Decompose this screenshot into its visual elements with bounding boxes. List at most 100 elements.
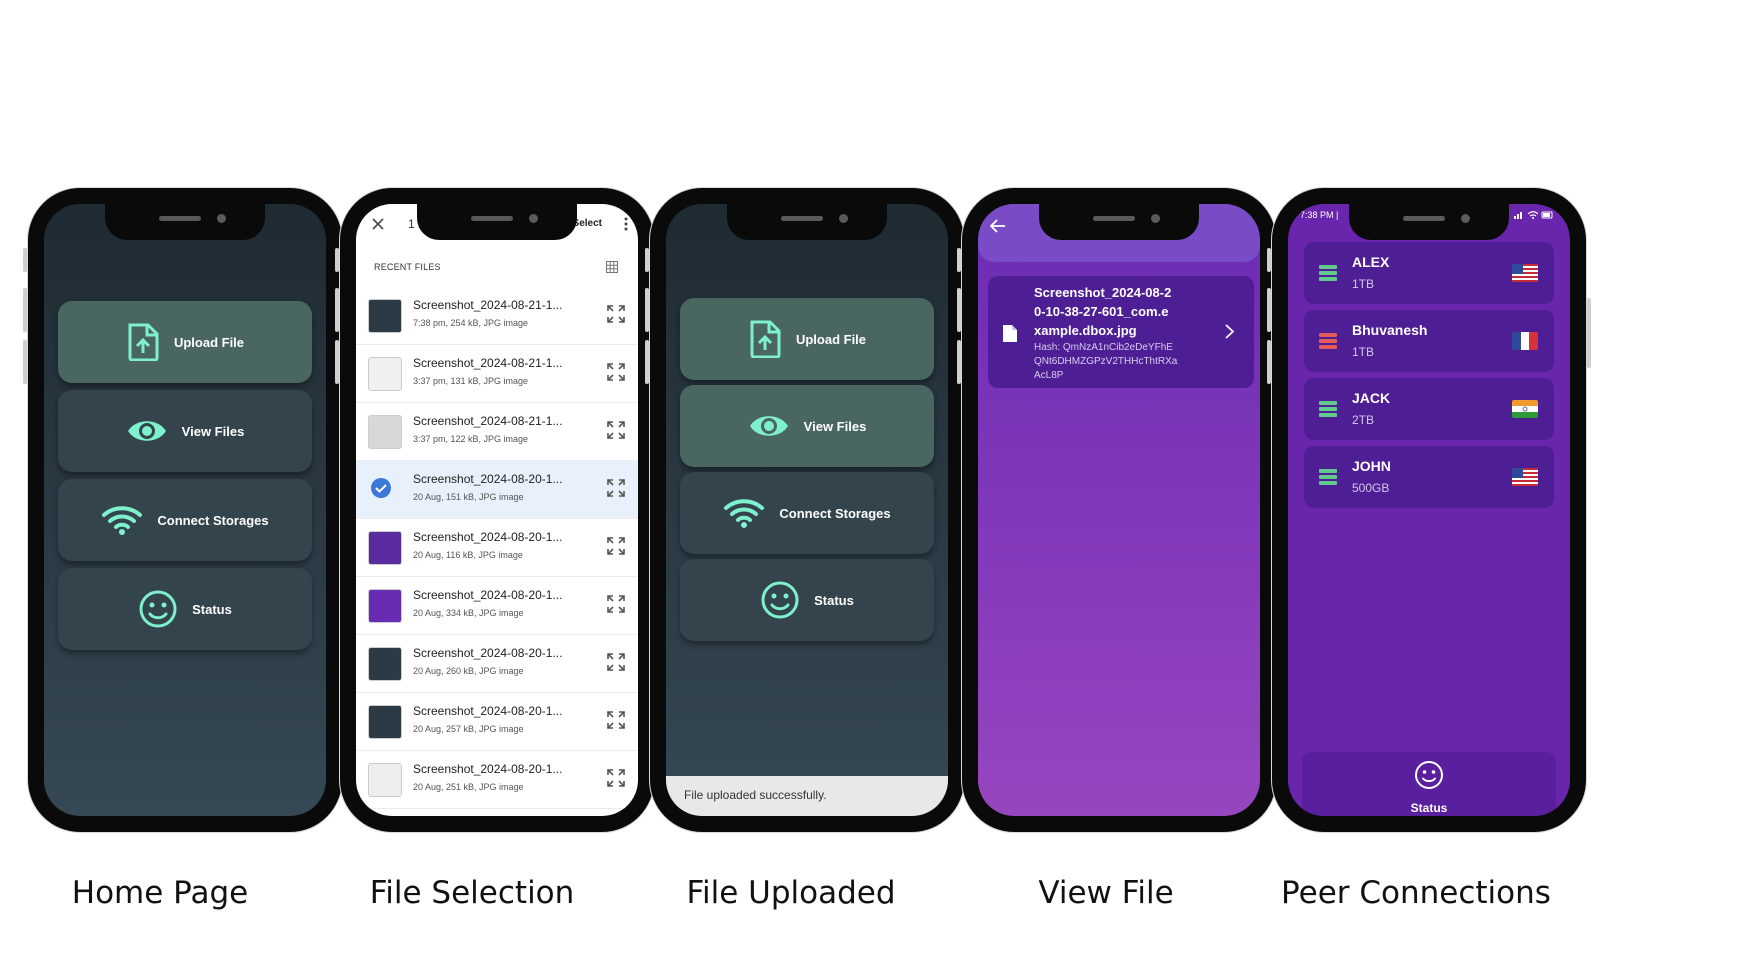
peer-name: Bhuvanesh [1352, 322, 1428, 338]
notch [1349, 204, 1509, 240]
file-name: Screenshot_2024-08-21-1... [413, 414, 563, 428]
peer-row[interactable]: Bhuvanesh 1TB [1304, 310, 1554, 372]
file-row[interactable]: Screenshot_2024-08-20-1... 20 Aug, 151 kB… [356, 460, 638, 519]
file-row[interactable]: Screenshot_2024-08-20-1... 20 Aug, 334 kB… [356, 576, 638, 635]
upload-file-icon [750, 320, 781, 358]
file-name: Screenshot_2024-08-21-1... [413, 298, 563, 312]
file-meta: 20 Aug, 260 kB, JPG image [413, 666, 524, 676]
status-nav-button[interactable]: Status [1302, 752, 1556, 816]
peer-row[interactable]: JACK 2TB [1304, 378, 1554, 440]
upload-file-icon [128, 323, 159, 361]
view-files-button[interactable]: View Files [680, 385, 934, 467]
status-button[interactable]: Status [58, 568, 312, 650]
view-file-screen: View Files Screenshot_2024-08-2 0-10-38-… [978, 204, 1260, 816]
volume-button [23, 340, 27, 384]
file-thumbnail [368, 357, 402, 391]
file-row[interactable]: Screenshot_2024-08-21-1... 3:37 pm, 131 k… [356, 344, 638, 403]
file-name: Screenshot_2024-08-20-1... [413, 762, 563, 776]
caption-view-file: View File [1038, 875, 1174, 911]
upload-file-label: Upload File [795, 331, 867, 347]
expand-icon[interactable] [606, 304, 626, 324]
chevron-right-icon [1225, 324, 1234, 339]
file-row[interactable]: Screenshot_2024-08-21-1... 3:37 pm, 122 k… [356, 402, 638, 461]
file-name-line-2: 0-10-38-27-601_com.e [1034, 304, 1169, 319]
document-icon [1003, 325, 1017, 342]
status-nav-label: Status [1410, 801, 1448, 815]
upload-file-button[interactable]: Upload File [680, 298, 934, 380]
volume-button [957, 288, 961, 332]
upload-file-button[interactable]: Upload File [58, 301, 312, 383]
file-selection-screen: 1 selected Select RECENT FILES Screensho… [356, 204, 638, 816]
connect-storages-label: Connect Storages [157, 512, 269, 528]
wifi-icon [102, 506, 143, 535]
phone-file-uploaded: Upload File View Files Connect Storages [645, 188, 969, 832]
smiley-icon [139, 590, 177, 628]
us-flag-icon [1512, 468, 1538, 486]
caption-home-page: Home Page [71, 875, 249, 911]
phone-file-selection: 1 selected Select RECENT FILES Screensho… [335, 188, 659, 832]
file-row[interactable]: Screenshot_2024-08-20-1... 20 Aug, 116 kB… [356, 518, 638, 577]
storage-server-icon [1319, 333, 1337, 349]
phone-view-file: View Files Screenshot_2024-08-2 0-10-38-… [957, 188, 1281, 832]
file-row[interactable]: Screenshot_2024-08-21-1... 7:38 pm, 254 k… [356, 286, 638, 345]
expand-icon[interactable] [606, 420, 626, 440]
notch [1039, 204, 1199, 240]
file-thumbnail [368, 415, 402, 449]
notch [727, 204, 887, 240]
view-files-label: View Files [181, 423, 245, 439]
file-thumbnail [368, 647, 402, 681]
expand-icon[interactable] [606, 362, 626, 382]
power-button [1587, 298, 1591, 368]
status-button[interactable]: Status [680, 559, 934, 641]
file-name: Screenshot_2024-08-20-1... [413, 588, 563, 602]
volume-button [957, 248, 961, 272]
connect-storages-button[interactable]: Connect Storages [58, 479, 312, 561]
checkmark-icon [371, 478, 391, 498]
file-name: Screenshot_2024-08-20-1... [413, 472, 563, 486]
file-row[interactable]: Screenshot_2024-08-20-1... 20 Aug, 257 kB… [356, 692, 638, 751]
notch [417, 204, 577, 240]
expand-icon[interactable] [606, 536, 626, 556]
file-thumbnail [368, 299, 402, 333]
expand-icon[interactable] [606, 768, 626, 788]
file-meta: 20 Aug, 251 kB, JPG image [413, 782, 524, 792]
file-meta: 7:38 pm, 254 kB, JPG image [413, 318, 529, 328]
smiley-icon [1415, 761, 1443, 789]
volume-button [23, 288, 27, 332]
file-name: Screenshot_2024-08-21-1... [413, 356, 563, 370]
expand-icon[interactable] [606, 710, 626, 730]
toast-text: File uploaded successfully. [684, 788, 827, 802]
us-flag-icon [1512, 264, 1538, 282]
storage-server-icon [1319, 265, 1337, 281]
volume-button [645, 248, 649, 272]
volume-button [1267, 340, 1271, 384]
phone-home: Upload File View Files Connect Storages [23, 188, 347, 832]
more-options-icon[interactable] [624, 217, 628, 231]
volume-button [1267, 288, 1271, 332]
caption-peer-connections: Peer Connections [1281, 875, 1551, 911]
grid-view-icon[interactable] [606, 261, 618, 273]
phone-peer-connections: 7:38 PM | ALEX 1TB Bhuvanesh 1TB JACK 2TB JOHN… [1267, 188, 1591, 832]
expand-icon[interactable] [606, 652, 626, 672]
connect-storages-label: Connect Storages [779, 505, 891, 521]
hash-line-2: QNt6DHMZGPzV2THHcThtRXa [1034, 356, 1178, 367]
close-icon[interactable] [372, 218, 384, 230]
view-files-button[interactable]: View Files [58, 390, 312, 472]
volume-button [23, 248, 27, 272]
volume-button [645, 288, 649, 332]
status-bar-time: 7:38 PM | [1300, 210, 1339, 220]
volume-button [1267, 248, 1271, 272]
expand-icon[interactable] [606, 594, 626, 614]
fr-flag-icon [1512, 332, 1538, 350]
hash-line-3: AcL8P [1034, 370, 1064, 381]
peer-row[interactable]: ALEX 1TB [1304, 242, 1554, 304]
file-card[interactable]: Screenshot_2024-08-2 0-10-38-27-601_com.… [988, 276, 1254, 388]
file-row[interactable]: Screenshot_2024-08-20-1... 20 Aug, 260 kB… [356, 634, 638, 693]
file-row[interactable]: Screenshot_2024-08-20-1... 20 Aug, 251 kB… [356, 750, 638, 809]
connect-storages-button[interactable]: Connect Storages [680, 472, 934, 554]
file-name: Screenshot_2024-08-20-1... [413, 530, 563, 544]
file-meta: 20 Aug, 116 kB, JPG image [413, 550, 523, 560]
peer-row[interactable]: JOHN 500GB [1304, 446, 1554, 508]
volume-button [335, 340, 339, 384]
expand-icon[interactable] [606, 478, 626, 498]
